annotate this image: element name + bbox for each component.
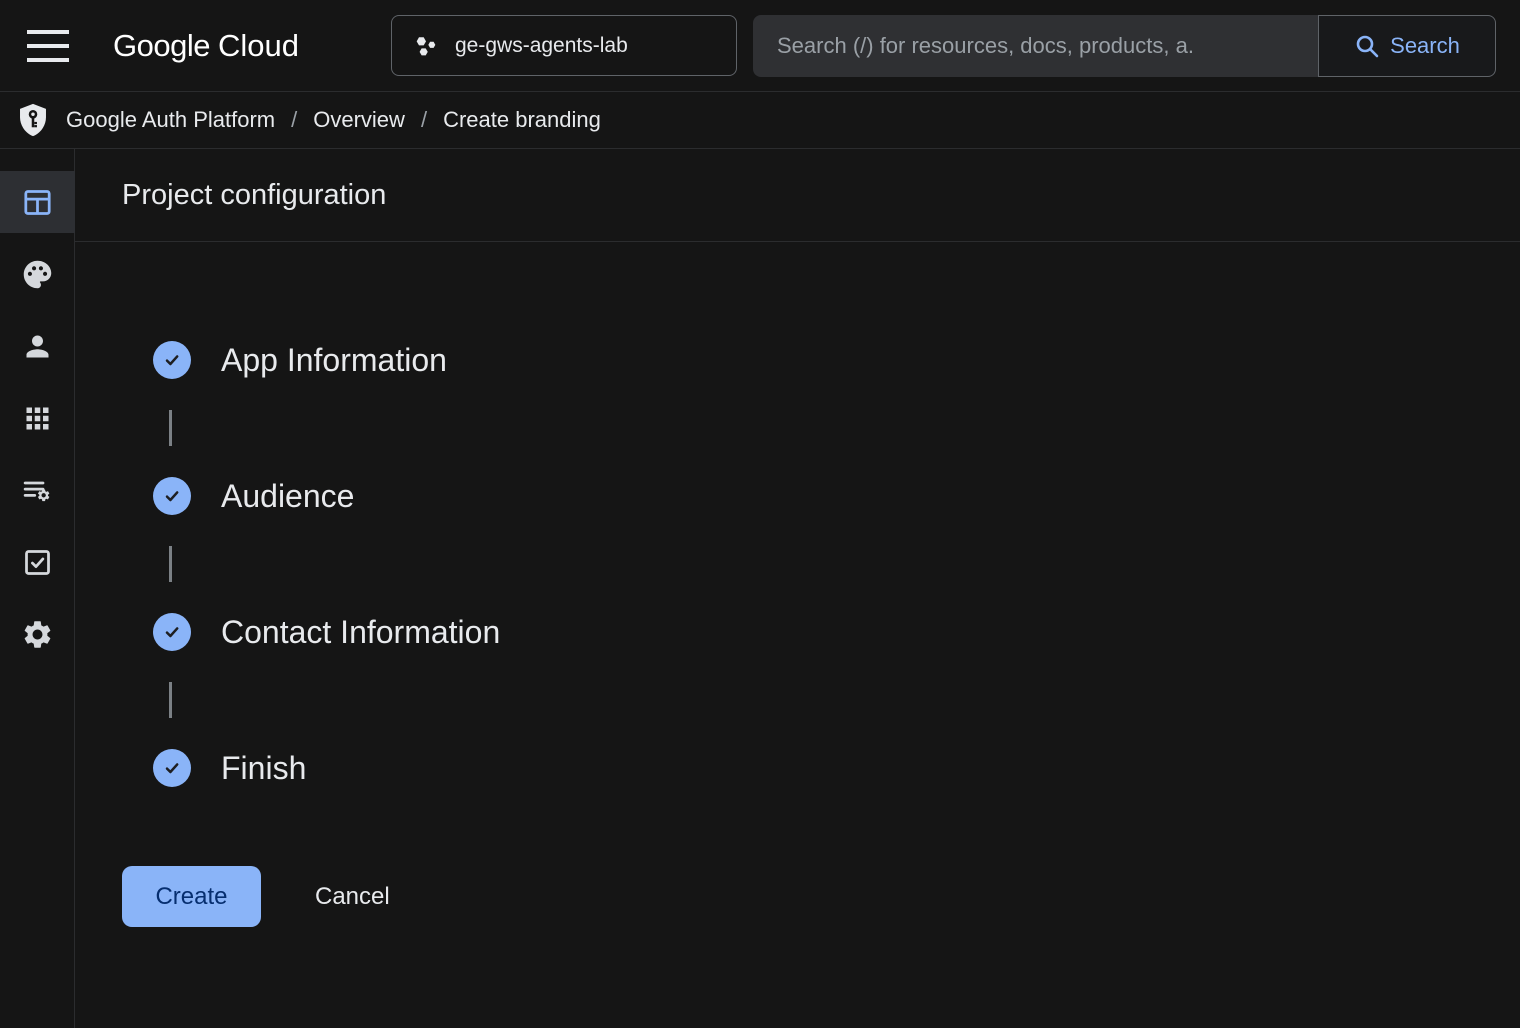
breadcrumb: Google Auth Platform / Overview / Create… xyxy=(66,107,601,133)
check-circle-icon xyxy=(153,749,191,787)
step-connector xyxy=(169,682,172,718)
sidebar-item-audience[interactable] xyxy=(0,315,75,377)
step-connector xyxy=(169,410,172,446)
sidebar-item-data-access[interactable] xyxy=(0,459,75,521)
sidebar xyxy=(0,149,75,1028)
check-circle-icon xyxy=(153,477,191,515)
step-connector xyxy=(169,546,172,582)
breadcrumb-separator: / xyxy=(421,107,427,133)
cancel-button[interactable]: Cancel xyxy=(301,873,404,921)
project-selector[interactable]: ge-gws-agents-lab xyxy=(391,15,737,76)
breadcrumb-item-overview[interactable]: Overview xyxy=(313,107,405,133)
search-button-label: Search xyxy=(1390,33,1460,59)
breadcrumb-item-create-branding: Create branding xyxy=(443,107,601,133)
list-gear-icon xyxy=(21,474,54,507)
search-bar: Search xyxy=(753,15,1496,77)
breadcrumb-item-google-auth-platform[interactable]: Google Auth Platform xyxy=(66,107,275,133)
step-audience: Audience xyxy=(75,477,1520,515)
sidebar-item-clients[interactable] xyxy=(0,387,75,449)
project-name: ge-gws-agents-lab xyxy=(455,34,628,58)
page-title: Project configuration xyxy=(122,179,386,212)
apps-grid-icon xyxy=(21,402,54,435)
breadcrumb-separator: / xyxy=(291,107,297,133)
stepper: App Information Audience Contact Informa… xyxy=(75,242,1520,927)
sidebar-item-branding[interactable] xyxy=(0,243,75,305)
logo-cloud-text: Cloud xyxy=(218,28,299,63)
auth-platform-shield-key-icon xyxy=(14,101,52,139)
step-finish: Finish xyxy=(75,749,1520,787)
check-circle-icon xyxy=(153,613,191,651)
step-label: App Information xyxy=(221,342,447,379)
sidebar-item-overview[interactable] xyxy=(0,171,75,233)
gear-icon xyxy=(21,618,54,651)
check-circle-icon xyxy=(153,341,191,379)
step-contact-information: Contact Information xyxy=(75,613,1520,651)
step-label: Audience xyxy=(221,478,354,515)
create-button[interactable]: Create xyxy=(122,866,261,927)
google-cloud-logo: GoogleCloud xyxy=(113,28,347,64)
search-icon xyxy=(1354,33,1380,59)
palette-icon xyxy=(21,258,54,291)
step-app-information: App Information xyxy=(75,341,1520,379)
main-content: Project configuration App Information Au… xyxy=(75,149,1520,1028)
hamburger-menu-icon[interactable] xyxy=(26,29,70,63)
project-hexagons-icon xyxy=(412,33,440,59)
top-bar: GoogleCloud ge-gws-agents-lab Search xyxy=(0,0,1520,92)
logo-google-text: Google xyxy=(113,28,210,63)
step-label: Finish xyxy=(221,750,306,787)
person-icon xyxy=(21,330,54,363)
page-header: Project configuration xyxy=(75,149,1520,242)
overview-icon xyxy=(21,186,54,219)
step-label: Contact Information xyxy=(221,614,500,651)
breadcrumb-bar: Google Auth Platform / Overview / Create… xyxy=(0,92,1520,149)
search-button[interactable]: Search xyxy=(1318,15,1496,77)
button-row: Create Cancel xyxy=(75,866,1520,927)
sidebar-item-verification[interactable] xyxy=(0,531,75,593)
sidebar-item-settings[interactable] xyxy=(0,603,75,665)
search-input[interactable] xyxy=(753,15,1318,77)
checkbox-icon xyxy=(21,546,54,579)
